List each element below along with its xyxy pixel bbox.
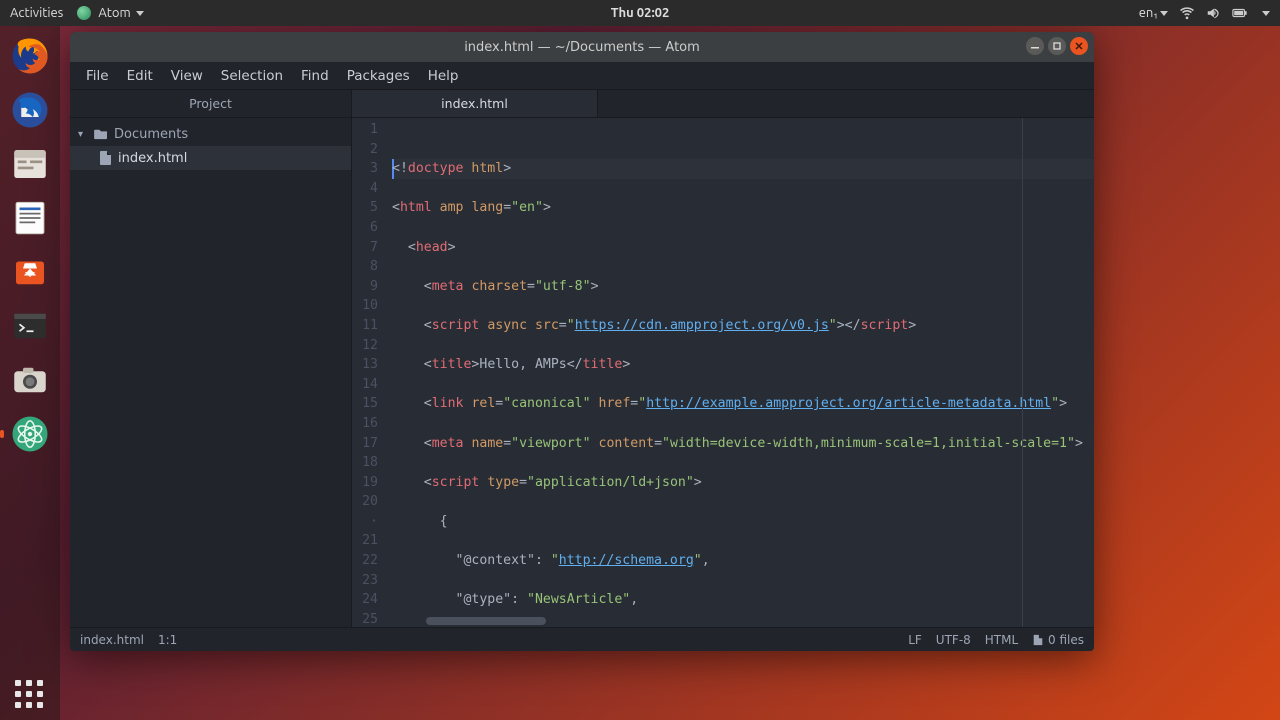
dock-screenshot[interactable] xyxy=(6,356,54,404)
file-tree[interactable]: ▾ Documents index.html xyxy=(70,118,351,174)
editor-tab-label: index.html xyxy=(441,96,508,111)
window-maximize-button[interactable] xyxy=(1048,37,1066,55)
status-file[interactable]: index.html xyxy=(80,633,144,647)
menu-help[interactable]: Help xyxy=(420,65,467,87)
menu-packages[interactable]: Packages xyxy=(339,65,418,87)
atom-icon xyxy=(77,6,91,20)
status-eol[interactable]: LF xyxy=(908,633,922,647)
code-content[interactable]: <!doctype html> <html amp lang="en"> <he… xyxy=(386,118,1094,627)
volume-icon[interactable] xyxy=(1206,6,1220,20)
sidebar-tab-project[interactable]: Project xyxy=(70,90,351,118)
window-close-button[interactable] xyxy=(1070,37,1088,55)
activities-button[interactable]: Activities xyxy=(10,6,63,20)
project-sidebar: Project ▾ Documents index.html xyxy=(70,90,352,627)
menu-find[interactable]: Find xyxy=(293,65,337,87)
status-encoding[interactable]: UTF-8 xyxy=(936,633,971,647)
line-gutter: 1234567891011121314151617181920·21222324… xyxy=(352,118,386,627)
wrap-guide xyxy=(1022,118,1023,627)
dock-thunderbird[interactable] xyxy=(6,86,54,134)
status-grammar[interactable]: HTML xyxy=(985,633,1018,647)
menu-selection[interactable]: Selection xyxy=(213,65,291,87)
system-menu-caret-icon[interactable] xyxy=(1262,11,1270,16)
menu-view[interactable]: View xyxy=(163,65,211,87)
status-git[interactable]: 0 files xyxy=(1032,633,1084,647)
dock-terminal[interactable] xyxy=(6,302,54,350)
menu-edit[interactable]: Edit xyxy=(119,65,161,87)
folder-icon xyxy=(94,128,108,140)
window-minimize-button[interactable] xyxy=(1026,37,1044,55)
tree-file-label: index.html xyxy=(118,151,187,166)
gnome-topbar: Activities Atom Thu 02:02 en₁ xyxy=(0,0,1280,26)
tree-folder-label: Documents xyxy=(114,127,188,142)
chevron-down-icon xyxy=(136,11,144,16)
menu-file[interactable]: File xyxy=(78,65,117,87)
ubuntu-dock xyxy=(0,26,60,720)
horizontal-scrollbar[interactable] xyxy=(426,617,1094,627)
clock[interactable]: Thu 02:02 xyxy=(611,6,670,20)
editor-pane: index.html 12345678910111213141516171819… xyxy=(352,90,1094,627)
status-bar: index.html 1:1 LF UTF-8 HTML 0 files xyxy=(70,627,1094,651)
editor-tab-active[interactable]: index.html xyxy=(352,90,598,117)
network-icon[interactable] xyxy=(1180,6,1194,20)
dock-files[interactable] xyxy=(6,140,54,188)
text-editor[interactable]: 1234567891011121314151617181920·21222324… xyxy=(352,118,1094,627)
editor-tabbar: index.html xyxy=(352,90,1094,118)
chevron-down-icon: ▾ xyxy=(78,129,88,140)
dock-writer[interactable] xyxy=(6,194,54,242)
tree-file-index[interactable]: index.html xyxy=(70,146,351,170)
show-applications-button[interactable] xyxy=(0,680,60,710)
app-menu[interactable]: Atom xyxy=(77,6,143,21)
dock-software[interactable] xyxy=(6,248,54,296)
window-title: index.html — ~/Documents — Atom xyxy=(464,40,700,55)
tree-folder-root[interactable]: ▾ Documents xyxy=(70,122,351,146)
atom-window: index.html — ~/Documents — Atom File Edi… xyxy=(70,32,1094,651)
dock-firefox[interactable] xyxy=(6,32,54,80)
input-source-indicator[interactable]: en₁ xyxy=(1139,6,1168,20)
menubar: File Edit View Selection Find Packages H… xyxy=(70,62,1094,90)
status-cursor[interactable]: 1:1 xyxy=(158,633,177,647)
battery-icon[interactable] xyxy=(1232,6,1248,20)
file-icon xyxy=(100,151,112,165)
window-titlebar[interactable]: index.html — ~/Documents — Atom xyxy=(70,32,1094,62)
dock-atom[interactable] xyxy=(6,410,54,458)
